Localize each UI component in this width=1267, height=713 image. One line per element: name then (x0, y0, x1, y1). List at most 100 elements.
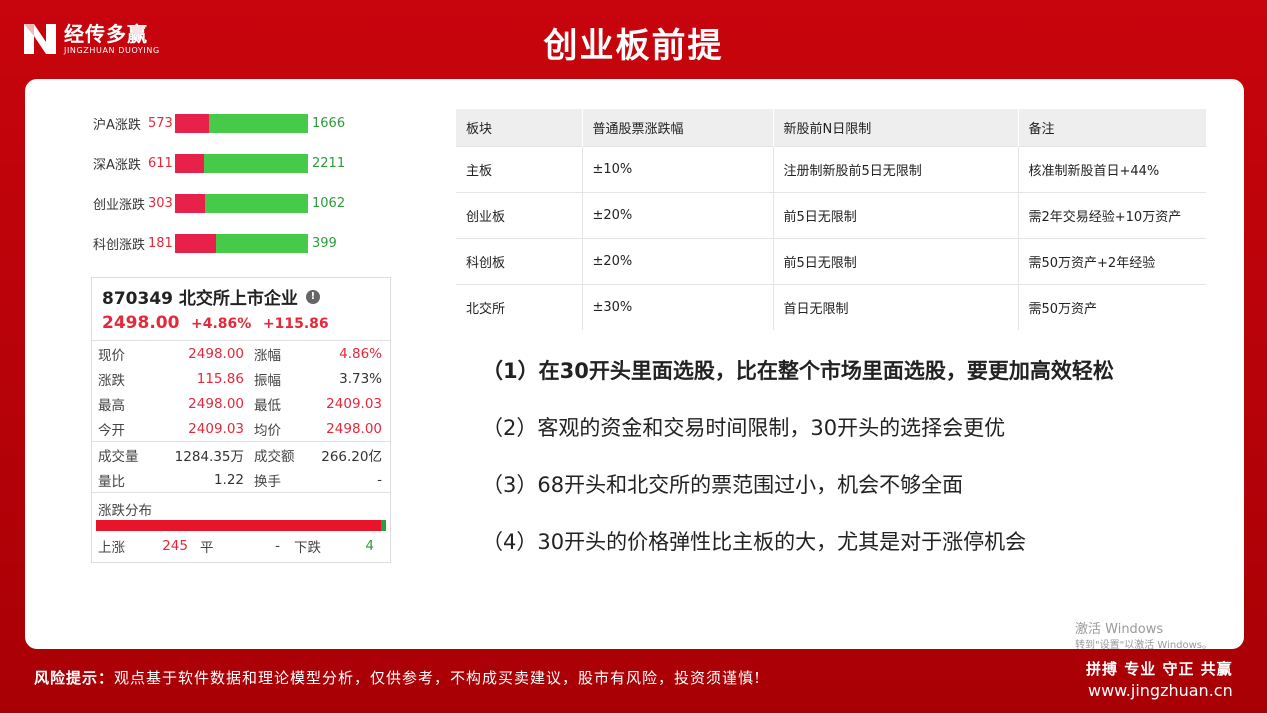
stat-value: 2409.03 (188, 420, 244, 437)
breadth-down-segment (216, 233, 308, 253)
breadth-row: 深A涨跌 611 2211 (93, 153, 413, 173)
table-row: 主板 ±10% 注册制新股前5日无限制 核准制新股首日+44% (456, 145, 1206, 192)
table-header-row: 板块 普通股票涨跌幅 新股前N日限制 备注 (456, 109, 1206, 146)
key-point: （1）在30开头里面选股，比在整个市场里面选股，要更加高效轻松 (482, 355, 1222, 412)
breadth-down-segment (204, 193, 308, 213)
risk-text: 观点基于软件数据和理论模型分析，仅供参考，不构成买卖建议，股市有风险，投资须谨慎… (114, 669, 762, 687)
distribution-up-segment (96, 520, 382, 531)
stat-value: 115.86 (196, 370, 244, 387)
stat-value: 4.86% (339, 345, 382, 362)
table-cell: 前5日无限制 (773, 191, 1019, 238)
market-breadth-panel: 沪A涨跌 573 1666 深A涨跌 611 2211 创业涨跌 303 1062 科创涨跌 181… (93, 113, 413, 273)
website-url: www.jingzhuan.cn (1088, 681, 1233, 700)
quote-stat-row: 最高 2498.00 最低 2409.03 (92, 391, 390, 416)
table-row: 科创板 ±20% 前5日无限制 需50万资产+2年经验 (456, 237, 1206, 284)
quote-change-pct: +4.86% (191, 316, 252, 332)
down-label: 下跌 (294, 540, 321, 556)
table-cell: 主板 (456, 145, 583, 192)
windows-activation-watermark: 激活 Windows 转到"设置"以激活 Windows。 (1075, 622, 1212, 654)
table-cell: ±20% (582, 237, 774, 284)
stat-label: 换手 (254, 473, 281, 490)
risk-disclaimer: 风险提示：观点基于软件数据和理论模型分析，仅供参考，不构成买卖建议，股市有风险，… (34, 667, 761, 688)
stat-value: 2498.00 (188, 345, 244, 362)
quote-change: +115.86 (262, 316, 329, 332)
table-cell: ±20% (582, 191, 774, 238)
key-point-text: 在30开头里面选股，比在整个市场里面选股，要更加高效轻松 (538, 359, 1114, 383)
stat-value: 1.22 (213, 471, 244, 488)
stat-label: 成交量 (98, 448, 139, 465)
down-count: 4 (365, 538, 374, 554)
stat-value: 2498.00 (188, 395, 244, 412)
distribution-bar (96, 520, 386, 531)
breadth-label: 沪A涨跌 (93, 117, 141, 133)
stat-label: 均价 (254, 422, 281, 439)
stat-label: 振幅 (254, 372, 281, 389)
risk-label: 风险提示： (34, 669, 115, 687)
info-icon[interactable]: ! (305, 289, 320, 304)
breadth-row: 创业涨跌 303 1062 (93, 193, 413, 213)
key-point-text: 客观的资金和交易时间限制，30开头的选择会更优 (537, 416, 1006, 440)
stat-label: 最低 (254, 397, 281, 414)
stat-label: 最高 (98, 397, 125, 414)
board-comparison-table: 板块 普通股票涨跌幅 新股前N日限制 备注 主板 ±10% 注册制新股前5日无限制核… (456, 109, 1206, 330)
stat-value: 1284.35万 (174, 448, 244, 465)
quote-price-row: 2498.00 +4.86% +115.86 (92, 309, 390, 333)
quote-stat-row: 量比 1.22 换手 - (92, 467, 390, 492)
breadth-down-count: 1666 (312, 115, 346, 131)
stat-label: 成交额 (254, 448, 295, 465)
stat-label: 涨跌 (98, 372, 125, 389)
breadth-up-count: 303 (148, 195, 173, 211)
breadth-label: 深A涨跌 (93, 157, 141, 173)
key-points-list: （1）在30开头里面选股，比在整个市场里面选股，要更加高效轻松 （2）客观的资金和… (482, 355, 1222, 583)
table-cell: 创业板 (456, 191, 583, 238)
key-point-number: （3） (482, 473, 538, 497)
stat-label: 量比 (98, 473, 125, 490)
key-point-number: （2） (482, 416, 538, 440)
key-point-number: （4） (482, 530, 538, 554)
key-point: （2）客观的资金和交易时间限制，30开头的选择会更优 (482, 412, 1222, 469)
distribution-label: 涨跌分布 (98, 503, 152, 519)
breadth-up-segment (175, 153, 204, 173)
quote-stat-row: 现价 2498.00 涨幅 4.86% (92, 341, 390, 366)
table-row: 创业板 ±20% 前5日无限制 需2年交易经验+10万资产 (456, 191, 1206, 238)
breadth-down-segment (203, 153, 308, 173)
stat-label: 现价 (98, 347, 125, 364)
breadth-down-count: 399 (312, 235, 337, 251)
up-label: 上涨 (98, 540, 125, 556)
table-cell: 注册制新股前5日无限制 (773, 145, 1019, 192)
breadth-label: 创业涨跌 (93, 197, 146, 213)
breadth-bar (175, 153, 308, 173)
table-header: 备注 (1018, 109, 1206, 146)
table-header: 普通股票涨跌幅 (582, 109, 774, 146)
table-cell: 前5日无限制 (773, 237, 1019, 284)
breadth-up-count: 573 (148, 115, 173, 131)
stock-quote-panel: 870349 北交所上市企业 ! 2498.00 +4.86% +115.86 … (91, 277, 391, 563)
table-cell: 需50万资产+2年经验 (1018, 237, 1206, 284)
watermark-line: 激活 Windows (1075, 622, 1164, 637)
breadth-down-count: 2211 (312, 155, 346, 171)
content-card: 沪A涨跌 573 1666 深A涨跌 611 2211 创业涨跌 303 1062 科创涨跌 181… (25, 79, 1244, 649)
key-point: （4）30开头的价格弹性比主板的大，尤其是对于涨停机会 (482, 526, 1222, 583)
table-cell: 需50万资产 (1018, 283, 1206, 330)
quote-stats-grid: 现价 2498.00 涨幅 4.86% 涨跌 115.86 振幅 3.73% 最高 2498.00… (92, 340, 390, 557)
key-point: （3）68开头和北交所的票范围过小，机会不够全面 (482, 469, 1222, 526)
quote-title-row: 870349 北交所上市企业 ! (92, 278, 390, 309)
watermark-line: 转到"设置"以激活 Windows。 (1075, 640, 1213, 651)
breadth-down-segment (209, 113, 308, 133)
stat-value: 266.20亿 (321, 448, 382, 465)
stat-value: 3.73% (339, 370, 382, 387)
table-cell: ±30% (582, 283, 774, 330)
table-cell: ±10% (582, 145, 774, 192)
breadth-up-count: 181 (148, 235, 173, 251)
page-title: 创业板前提 (543, 26, 724, 66)
table-header: 板块 (456, 109, 583, 146)
stat-value: 2498.00 (326, 420, 382, 437)
breadth-bar (175, 233, 308, 253)
quote-stat-row: 今开 2409.03 均价 2498.00 (92, 416, 390, 441)
table-header: 新股前N日限制 (773, 109, 1019, 146)
table-cell: 科创板 (456, 237, 583, 284)
table-cell: 需2年交易经验+10万资产 (1018, 191, 1206, 238)
breadth-row: 科创涨跌 181 399 (93, 233, 413, 253)
breadth-up-segment (175, 113, 210, 133)
breadth-bar (175, 113, 308, 133)
